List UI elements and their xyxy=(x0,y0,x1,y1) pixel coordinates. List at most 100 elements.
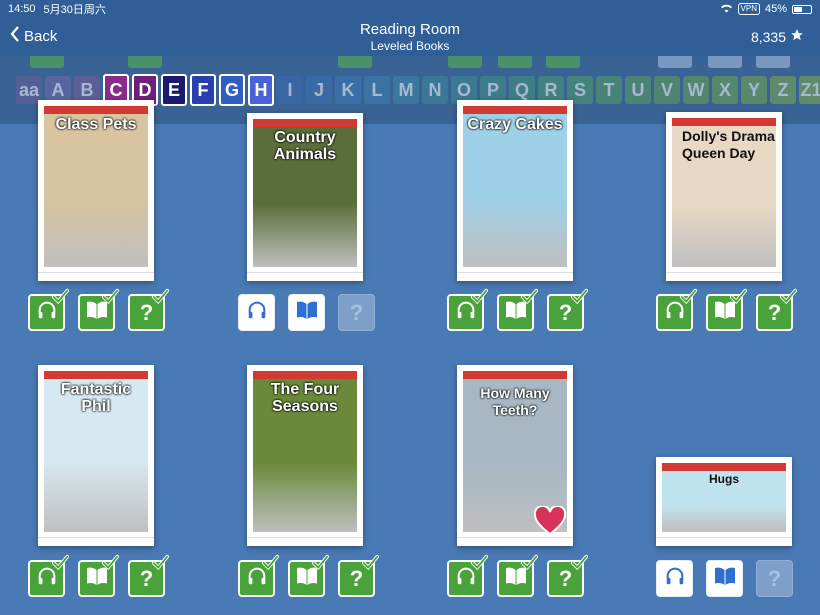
book-cover[interactable]: How Many Teeth? xyxy=(457,365,573,546)
listen-button[interactable] xyxy=(238,294,275,331)
level-j-button[interactable]: J xyxy=(306,76,332,104)
quiz-button: ? xyxy=(338,294,375,331)
book-cover[interactable]: Class Pets xyxy=(38,100,154,281)
level-g-button[interactable]: G xyxy=(219,74,245,106)
book-actions: ? xyxy=(447,554,588,597)
listen-button[interactable] xyxy=(28,288,69,331)
status-right: VPN 45% xyxy=(720,3,812,16)
ghost-button xyxy=(498,56,532,68)
book-title: Fantastic Phil xyxy=(60,381,132,415)
read-button[interactable] xyxy=(288,294,325,331)
checkmark-icon xyxy=(779,288,797,306)
open-book-icon xyxy=(295,299,319,326)
checkmark-icon xyxy=(101,288,119,306)
level-w-button[interactable]: W xyxy=(683,76,709,104)
level-z1-button[interactable]: Z1 xyxy=(799,76,820,104)
level-i-button[interactable]: I xyxy=(277,76,303,104)
level-m-button[interactable]: M xyxy=(393,76,419,104)
level-t-button[interactable]: T xyxy=(596,76,622,104)
book-cover[interactable]: Dolly's Drama Queen Day xyxy=(666,112,782,281)
checkmark-icon xyxy=(470,288,488,306)
headphones-icon xyxy=(246,299,268,326)
checkmark-icon xyxy=(570,288,588,306)
cover-ribbon xyxy=(463,106,567,114)
listen-button[interactable] xyxy=(28,554,69,597)
book-cover[interactable]: Fantastic Phil xyxy=(38,365,154,546)
book-cover[interactable]: Crazy Cakes xyxy=(457,100,573,281)
read-button[interactable] xyxy=(706,560,743,597)
book-actions: ? xyxy=(28,288,169,331)
book-title: The Four Seasons xyxy=(270,381,340,415)
ghost-button xyxy=(338,56,372,68)
read-button[interactable] xyxy=(497,554,538,597)
book-title: Class Pets xyxy=(55,116,137,133)
ghost-button xyxy=(128,56,162,68)
ghost-button xyxy=(546,56,580,68)
heart-icon[interactable] xyxy=(533,504,567,536)
level-e-button[interactable]: E xyxy=(161,74,187,106)
checkmark-icon xyxy=(311,554,329,572)
book-cover[interactable]: Hugs xyxy=(656,457,792,546)
header-titles: Reading Room Leveled Books xyxy=(0,21,820,53)
star-count-value: 8,335 xyxy=(750,28,786,45)
page-title: Reading Room xyxy=(359,21,461,38)
listen-button[interactable] xyxy=(238,554,279,597)
listen-button[interactable] xyxy=(447,554,488,597)
cover-illustration xyxy=(463,114,567,267)
quiz-button[interactable]: ? xyxy=(547,288,588,331)
star-icon xyxy=(790,28,804,45)
level-z-button[interactable]: Z xyxy=(770,76,796,104)
level-n-button[interactable]: N xyxy=(422,76,448,104)
listen-button[interactable] xyxy=(656,560,693,597)
book-cover[interactable]: Country Animals xyxy=(247,113,363,281)
checkmark-icon xyxy=(470,554,488,572)
quiz-button[interactable]: ? xyxy=(128,554,169,597)
read-button[interactable] xyxy=(78,288,119,331)
book-cover[interactable]: The Four Seasons xyxy=(247,365,363,546)
listen-button[interactable] xyxy=(447,288,488,331)
quiz-button[interactable]: ? xyxy=(547,554,588,597)
checkmark-icon xyxy=(570,554,588,572)
vpn-badge: VPN xyxy=(737,3,760,15)
quiz-button[interactable]: ? xyxy=(338,554,379,597)
level-y-button[interactable]: Y xyxy=(741,76,767,104)
book-title: Dolly's Drama Queen Day xyxy=(682,128,775,161)
cover-ribbon xyxy=(253,371,357,379)
read-button[interactable] xyxy=(78,554,119,597)
question-mark-icon: ? xyxy=(767,565,782,591)
star-count[interactable]: 8,335 xyxy=(751,28,804,45)
read-button[interactable] xyxy=(497,288,538,331)
ghost-button xyxy=(30,56,64,68)
level-v-button[interactable]: V xyxy=(654,76,680,104)
headphones-icon xyxy=(664,565,686,592)
listen-button[interactable] xyxy=(656,288,697,331)
checkmark-icon xyxy=(151,554,169,572)
cover-illustration xyxy=(44,114,148,267)
cover-ribbon xyxy=(253,119,357,127)
cover-footer xyxy=(457,272,573,278)
level-l-button[interactable]: L xyxy=(364,76,390,104)
level-x-button[interactable]: X xyxy=(712,76,738,104)
book-actions: ? xyxy=(238,554,379,597)
cover-art: Fantastic Phil xyxy=(44,371,148,532)
quiz-button[interactable]: ? xyxy=(756,288,797,331)
read-button[interactable] xyxy=(706,288,747,331)
cover-footer xyxy=(247,272,363,278)
cover-footer xyxy=(666,272,782,278)
checkmark-icon xyxy=(51,554,69,572)
level-f-button[interactable]: F xyxy=(190,74,216,106)
checkmark-icon xyxy=(729,288,747,306)
level-u-button[interactable]: U xyxy=(625,76,651,104)
level-k-button[interactable]: K xyxy=(335,76,361,104)
wifi-icon xyxy=(720,3,733,16)
ghost-button xyxy=(448,56,482,68)
level-h-button[interactable]: H xyxy=(248,74,274,106)
quiz-button[interactable]: ? xyxy=(128,288,169,331)
cover-art: The Four Seasons xyxy=(253,371,357,532)
book-actions: ? xyxy=(28,554,169,597)
status-bar: 14:50 5月30日周六 VPN 45% xyxy=(0,0,820,18)
book-title: Country Animals xyxy=(273,129,337,163)
cover-art: Hugs xyxy=(662,463,786,532)
read-button[interactable] xyxy=(288,554,329,597)
battery-percent: 45% xyxy=(764,3,787,15)
